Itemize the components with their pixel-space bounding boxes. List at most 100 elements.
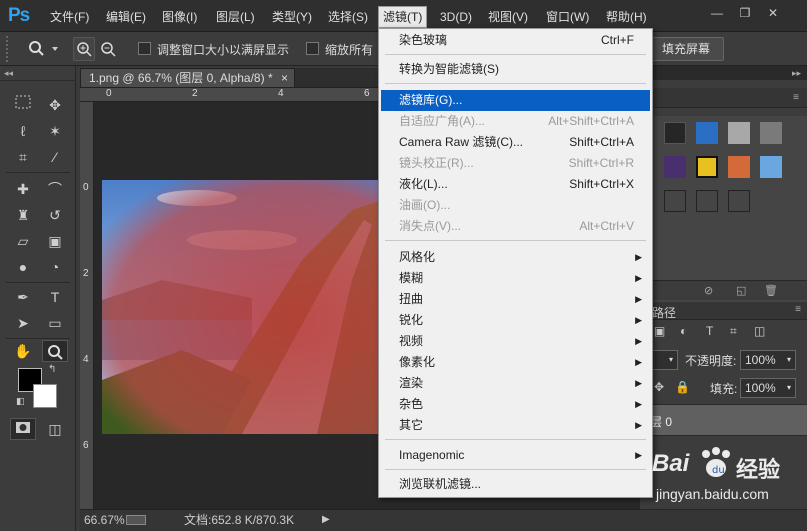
lock-position-icon[interactable]: ✥ [654, 380, 664, 394]
panel-menu-icon[interactable]: ≡ [793, 92, 799, 103]
filter-smart-icon[interactable]: ◫ [754, 324, 765, 338]
menu-item-browse-online-filters[interactable]: 浏览联机滤镜... [381, 474, 650, 495]
menu-item-vanishing-point[interactable]: 消失点(V)... Alt+Ctrl+V [381, 216, 650, 237]
menu-item-camera-raw[interactable]: Camera Raw 滤镜(C)... Shift+Ctrl+A [381, 132, 650, 153]
menu-filter[interactable]: 滤镜(T) [378, 6, 428, 28]
style-swatch[interactable] [696, 122, 718, 144]
filter-type-icon[interactable]: T [706, 324, 713, 338]
menu-item-sharpen[interactable]: 锐化 ▶ [381, 310, 650, 331]
marquee-tool-icon[interactable] [10, 94, 36, 116]
filter-pixel-icon[interactable]: ▣ [654, 324, 665, 338]
menu-3d[interactable]: 3D(D) [440, 8, 472, 26]
restore-button[interactable]: ❐ [736, 4, 754, 22]
eraser-tool-icon[interactable]: ▱ [10, 230, 36, 252]
blur-tool-icon[interactable]: ● [10, 256, 36, 278]
clone-stamp-icon[interactable]: ♜ [10, 204, 36, 226]
style-swatch[interactable] [760, 156, 782, 178]
style-swatch[interactable] [728, 122, 750, 144]
magic-wand-icon[interactable]: ✶ [42, 120, 68, 142]
hand-tool-icon[interactable]: ✋ [10, 340, 36, 362]
menu-item-liquify[interactable]: 液化(L)... Shift+Ctrl+X [381, 174, 650, 195]
menu-layer[interactable]: 图层(L) [216, 8, 255, 26]
menu-item-distort[interactable]: 扭曲 ▶ [381, 289, 650, 310]
fill-screen-button[interactable]: 填充屏幕 [648, 37, 724, 61]
menu-edit[interactable]: 编辑(E) [106, 8, 146, 26]
menu-item-render[interactable]: 渲染 ▶ [381, 373, 650, 394]
lasso-tool-icon[interactable]: ℓ [10, 120, 36, 142]
menu-type[interactable]: 类型(Y) [272, 8, 312, 26]
new-style-icon[interactable]: ◱ [736, 284, 746, 297]
zoom-tool-icon[interactable] [42, 340, 68, 362]
brush-tool-icon[interactable]: ⌒ [42, 178, 68, 200]
fill-input[interactable]: 100% ▾ [740, 378, 796, 398]
layer-row[interactable]: 层 0 [640, 404, 807, 436]
gradient-tool-icon[interactable]: ▣ [42, 230, 68, 252]
resize-window-checkbox[interactable] [138, 42, 151, 55]
crop-tool-icon[interactable]: ⌗ [10, 146, 36, 168]
zoom-in-button[interactable] [73, 37, 95, 61]
style-swatch[interactable] [728, 190, 750, 212]
menu-help[interactable]: 帮助(H) [606, 8, 647, 26]
style-swatch[interactable] [728, 156, 750, 178]
style-swatch[interactable] [696, 156, 718, 178]
style-swatch[interactable] [664, 190, 686, 212]
menu-item-stained-glass[interactable]: 染色玻璃 Ctrl+F [381, 30, 650, 51]
shape-tool-icon[interactable]: ▭ [42, 312, 68, 334]
menu-item-video[interactable]: 视频 ▶ [381, 331, 650, 352]
swap-colors-icon[interactable]: ↰ [48, 364, 56, 375]
menu-item-adaptive-wide-angle[interactable]: 自适应广角(A)... Alt+Shift+Ctrl+A [381, 111, 650, 132]
layer-name: 层 0 [650, 415, 673, 429]
zoom-tool-preset[interactable] [26, 39, 60, 59]
dodge-tool-icon[interactable]: ◔ [42, 256, 68, 278]
menu-item-imagenomic[interactable]: Imagenomic ▶ [381, 445, 650, 466]
menu-item-blur[interactable]: 模糊 ▶ [381, 268, 650, 289]
style-swatch[interactable] [664, 122, 686, 144]
eyedropper-icon[interactable]: ⁄ [42, 146, 68, 168]
expand-panels-icon[interactable]: ▸▸ [792, 68, 801, 79]
filter-adjust-icon[interactable]: ◐ [680, 324, 687, 338]
delete-style-icon[interactable]: 🗑 [764, 284, 778, 297]
menu-image[interactable]: 图像(I) [162, 8, 197, 26]
quick-mask-icon[interactable] [10, 418, 36, 440]
default-colors-icon[interactable]: ◧ [16, 396, 25, 407]
menu-view[interactable]: 视图(V) [488, 8, 528, 26]
menu-file[interactable]: 文件(F) [50, 8, 89, 26]
no-style-icon[interactable]: ⊘ [704, 284, 713, 297]
pen-tool-icon[interactable]: ✒ [10, 286, 36, 308]
menu-item-stylize[interactable]: 风格化 ▶ [381, 247, 650, 268]
style-swatch[interactable] [664, 156, 686, 178]
menu-window[interactable]: 窗口(W) [546, 8, 589, 26]
lock-all-icon[interactable]: 🔒 [675, 380, 690, 394]
menu-select[interactable]: 选择(S) [328, 8, 368, 26]
screen-mode-icon[interactable]: ◫ [42, 418, 68, 440]
close-button[interactable]: ✕ [764, 4, 782, 22]
opacity-input[interactable]: 100% ▾ [740, 350, 796, 370]
type-tool-icon[interactable]: T [42, 286, 68, 308]
menu-item-other[interactable]: 其它 ▶ [381, 415, 650, 436]
zoom-level[interactable]: 66.67% [84, 510, 125, 530]
style-swatch[interactable] [760, 122, 782, 144]
menu-item-convert-smart-filter[interactable]: 转换为智能滤镜(S) [381, 59, 650, 80]
status-menu-arrow-icon[interactable]: ▶ [322, 510, 330, 530]
menu-item-noise[interactable]: 杂色 ▶ [381, 394, 650, 415]
history-brush-icon[interactable]: ↺ [42, 204, 68, 226]
style-swatch[interactable] [696, 190, 718, 212]
collapse-toolbox-icon[interactable]: ◂◂ [4, 68, 13, 79]
path-select-icon[interactable]: ➤ [10, 312, 36, 334]
minimize-button[interactable]: — [708, 4, 726, 22]
healing-brush-icon[interactable]: ✚ [10, 178, 36, 200]
menu-item-pixelate[interactable]: 像素化 ▶ [381, 352, 650, 373]
background-color-swatch[interactable] [33, 384, 57, 408]
filter-shape-icon[interactable]: ⌗ [730, 324, 737, 339]
layers-panel-menu-icon[interactable]: ≡ [795, 304, 801, 315]
document-tab[interactable]: 1.png @ 66.7% (图层 0, Alpha/8) * × [80, 68, 295, 88]
paths-tab[interactable]: 路径 [652, 304, 676, 321]
menu-item-filter-gallery[interactable]: 滤镜库(G)... [381, 90, 650, 111]
move-tool-icon[interactable]: ✥ [42, 94, 68, 116]
submenu-arrow-icon: ▶ [635, 273, 642, 283]
menu-item-oil-paint[interactable]: 油画(O)... [381, 195, 650, 216]
menu-item-lens-correction[interactable]: 镜头校正(R)... Shift+Ctrl+R [381, 153, 650, 174]
close-tab-icon[interactable]: × [281, 69, 288, 87]
zoom-out-button[interactable] [97, 37, 119, 61]
zoom-all-checkbox[interactable] [306, 42, 319, 55]
